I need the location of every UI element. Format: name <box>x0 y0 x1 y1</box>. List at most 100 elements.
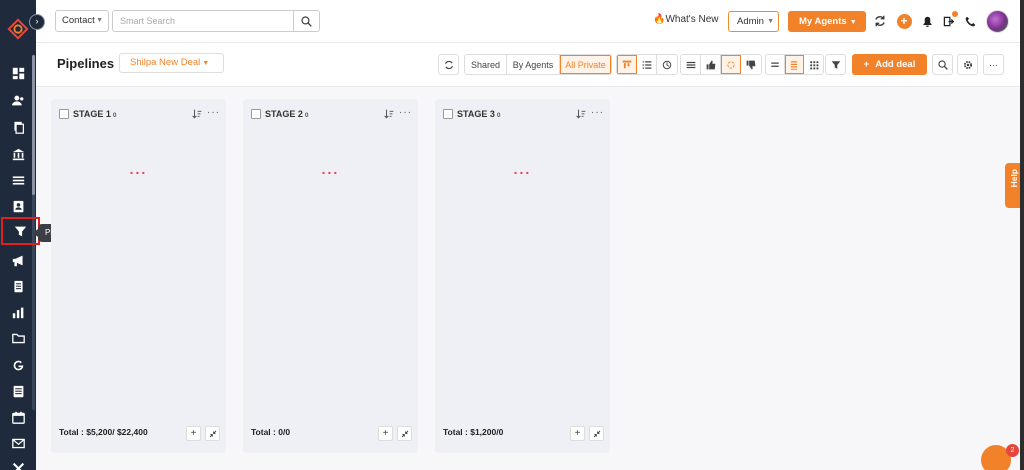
sort-icon[interactable] <box>576 109 586 122</box>
calendar-icon[interactable] <box>8 407 28 427</box>
collapse-stage-button[interactable] <box>397 426 412 441</box>
collapse-stage-button[interactable] <box>205 426 220 441</box>
my-agents-label: My Agents <box>799 16 847 27</box>
stage-deal-count: 0 <box>112 112 117 119</box>
notes-icon[interactable] <box>8 276 28 296</box>
admin-select[interactable]: Admin ▼ <box>728 11 779 32</box>
stage-column: STAGE 10 ··· ... Total : $5,200/ $22,400… <box>51 99 226 453</box>
stage-total: Total : $5,200/ $22,400 <box>59 427 148 437</box>
loading-indicator: ... <box>129 161 148 177</box>
bank-icon[interactable] <box>8 144 28 164</box>
whats-new-label: What's New <box>665 14 719 25</box>
list-view-button[interactable] <box>637 55 657 74</box>
table-icon[interactable] <box>8 381 28 401</box>
app-logo[interactable] <box>7 18 29 40</box>
rows-dense-icon <box>790 60 798 70</box>
smart-search-input[interactable] <box>112 10 294 32</box>
more-icon: ··· <box>989 59 998 70</box>
thumbs-down-icon <box>746 60 756 69</box>
shared-filter-button[interactable]: Shared <box>465 55 507 74</box>
toolbar-search-button[interactable] <box>932 54 953 75</box>
add-stage-deal-button[interactable]: + <box>570 426 585 441</box>
stage-title: STAGE 30 <box>457 109 500 119</box>
add-deal-button[interactable]: + Add deal <box>852 54 927 75</box>
phone-icon[interactable] <box>962 13 978 29</box>
google-icon[interactable] <box>8 355 28 375</box>
pipeline-select[interactable]: Shilpa New Deal ▼ <box>119 53 224 73</box>
sidebar-scroll-thumb[interactable] <box>32 55 35 195</box>
stage-deal-count: 0 <box>496 112 501 119</box>
filter-button[interactable] <box>825 54 846 75</box>
collapse-icon <box>401 430 408 437</box>
documents-icon[interactable] <box>8 117 28 137</box>
admin-select-label: Admin <box>737 16 764 27</box>
bell-icon[interactable] <box>919 13 935 29</box>
reload-button[interactable] <box>438 54 459 75</box>
top-header: Contact ▼ 🔥What's New Admin ▼ My Agents▼… <box>36 0 1024 43</box>
all-deals-button[interactable] <box>681 55 701 74</box>
funnel-icon <box>14 226 27 236</box>
chevron-down-icon: ▼ <box>96 17 103 24</box>
plus-icon: + <box>574 428 581 439</box>
tools-icon[interactable] <box>8 458 28 470</box>
folder-icon[interactable] <box>8 328 28 348</box>
chevron-down-icon: ▼ <box>849 19 857 26</box>
comfortable-layout-button[interactable] <box>785 55 804 74</box>
gear-icon <box>963 60 972 69</box>
stage-more-icon[interactable]: ··· <box>591 107 604 118</box>
logout-icon[interactable] <box>940 11 958 29</box>
page-title: Pipelines <box>57 56 115 71</box>
stage-select-checkbox[interactable] <box>251 109 261 119</box>
kanban-view-button[interactable] <box>617 55 637 74</box>
dashboard-icon[interactable] <box>8 63 28 83</box>
list-icon[interactable] <box>8 170 28 190</box>
history-icon <box>662 60 672 69</box>
refresh-icon <box>444 60 453 69</box>
contacts-icon[interactable] <box>8 90 28 110</box>
by-agents-filter-button[interactable]: By Agents <box>507 55 560 74</box>
mail-icon[interactable] <box>8 433 28 453</box>
search-button[interactable] <box>293 10 320 32</box>
grid-icon <box>809 60 818 69</box>
sidebar-collapse-button[interactable]: › <box>29 14 45 30</box>
layout-density-group <box>765 54 824 75</box>
notification-dot <box>952 11 958 17</box>
stage-more-icon[interactable]: ··· <box>207 107 220 118</box>
contact-book-icon[interactable] <box>8 196 28 216</box>
menu-icon <box>686 61 695 68</box>
sort-icon[interactable] <box>192 109 202 122</box>
megaphone-icon[interactable] <box>8 250 28 270</box>
more-options-button[interactable]: ··· <box>983 54 1004 75</box>
lost-deals-button[interactable] <box>741 55 761 74</box>
contact-select-label: Contact <box>62 15 95 26</box>
compact-layout-button[interactable] <box>766 55 785 74</box>
stage-column: STAGE 20 ··· ... Total : 0/0 + <box>243 99 418 453</box>
add-stage-deal-button[interactable]: + <box>378 426 393 441</box>
refresh-icon[interactable] <box>872 13 888 29</box>
chevron-down-icon: ▼ <box>202 60 210 67</box>
whats-new-link[interactable]: 🔥What's New <box>653 14 719 25</box>
chevron-down-icon: ▼ <box>767 18 774 25</box>
stage-select-checkbox[interactable] <box>59 109 69 119</box>
stage-title: STAGE 10 <box>73 109 116 119</box>
my-agents-button[interactable]: My Agents ▼ <box>788 11 866 32</box>
pipeline-select-label: Shilpa New Deal <box>130 57 201 68</box>
list-icon <box>642 60 651 69</box>
won-deals-button[interactable] <box>701 55 721 74</box>
stage-more-icon[interactable]: ··· <box>399 107 412 118</box>
open-deals-button[interactable] <box>721 55 741 74</box>
settings-button[interactable] <box>957 54 978 75</box>
sort-icon[interactable] <box>384 109 394 122</box>
add-stage-deal-button[interactable]: + <box>186 426 201 441</box>
filter-icon <box>831 60 840 69</box>
collapse-stage-button[interactable] <box>589 426 604 441</box>
stage-select-checkbox[interactable] <box>443 109 453 119</box>
contact-type-select[interactable]: Contact ▼ <box>55 10 109 32</box>
reports-icon[interactable] <box>8 302 28 322</box>
quick-add-button[interactable]: + <box>896 13 912 29</box>
grid-layout-button[interactable] <box>804 55 823 74</box>
user-avatar[interactable] <box>986 10 1009 33</box>
history-view-button[interactable] <box>657 55 677 74</box>
all-private-filter-button[interactable]: All Private <box>560 55 611 74</box>
window-edge <box>1020 0 1024 470</box>
